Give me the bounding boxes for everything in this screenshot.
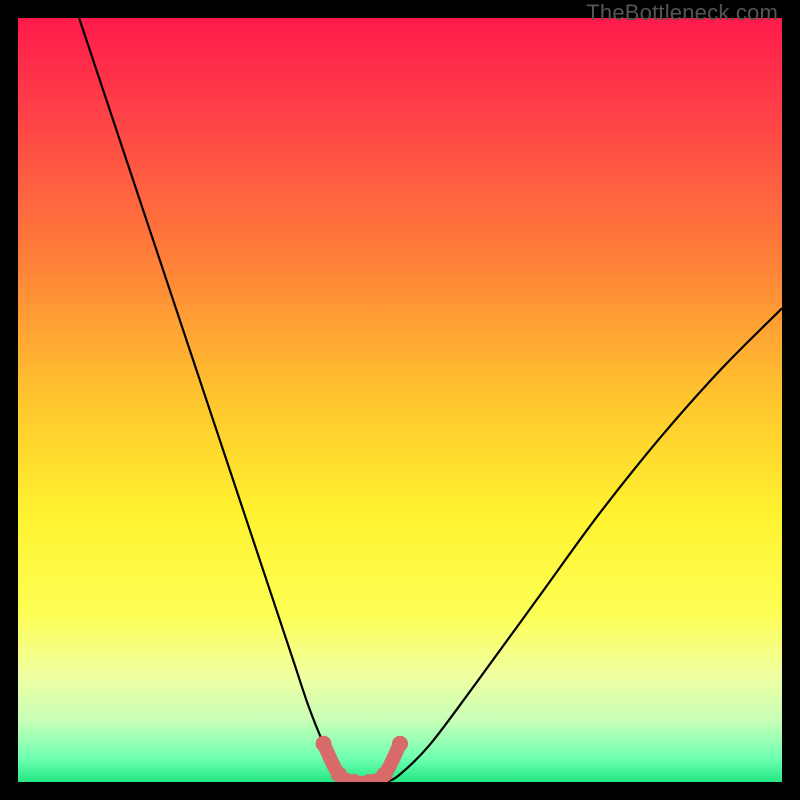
gradient-background bbox=[18, 18, 782, 782]
chart-frame bbox=[18, 18, 782, 782]
watermark-text: TheBottleneck.com bbox=[586, 0, 778, 26]
valley-dot bbox=[392, 736, 408, 752]
valley-dot bbox=[316, 736, 332, 752]
valley-dot bbox=[331, 766, 347, 782]
bottleneck-chart bbox=[18, 18, 782, 782]
valley-dot bbox=[377, 766, 393, 782]
